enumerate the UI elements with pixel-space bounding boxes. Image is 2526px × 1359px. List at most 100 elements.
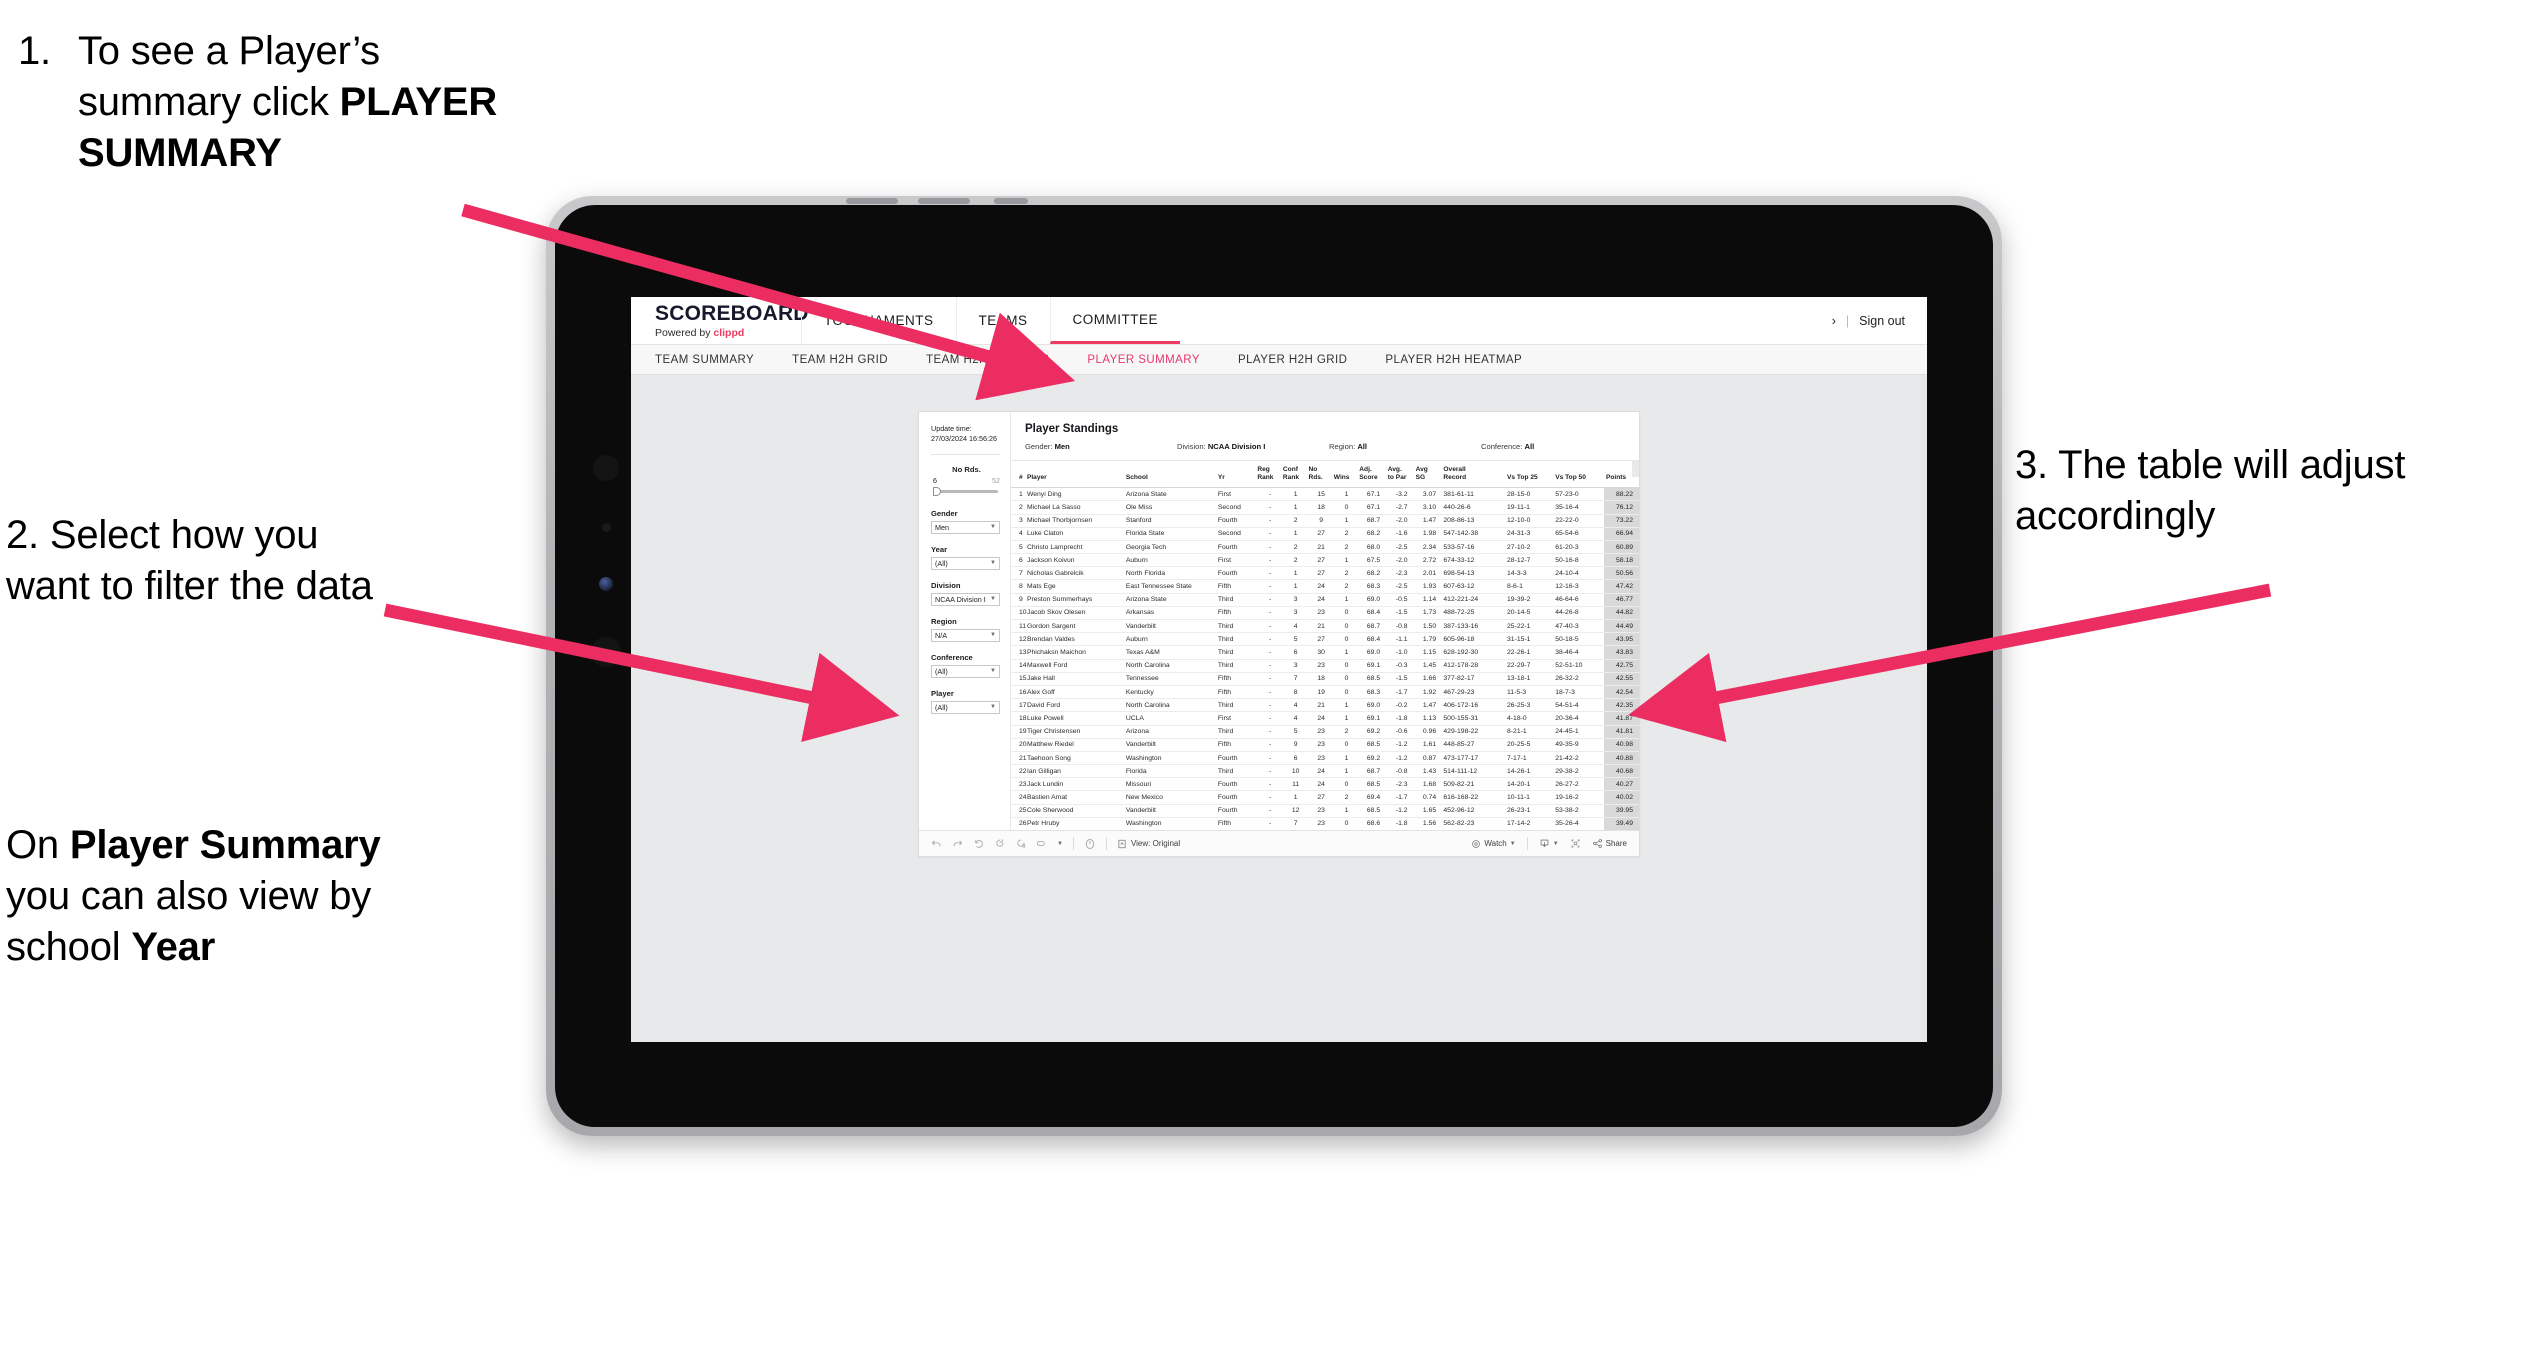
- cell-points: 76.12: [1603, 500, 1639, 515]
- table-row[interactable]: 1 Wenyi Ding Arizona State First -1 15 1 67.1 -3…: [1011, 487, 1639, 501]
- cell-yr: Fifth: [1217, 605, 1258, 620]
- sub-tab-player-h2h-heatmap[interactable]: PLAYER H2H HEATMAP: [1385, 354, 1544, 366]
- column-header-conf_rank[interactable]: Conf Rank: [1283, 461, 1309, 488]
- cell-conf_rank: 6: [1282, 645, 1309, 660]
- fullscreen-button[interactable]: [1570, 838, 1581, 849]
- sub-tab-team-h2h-grid[interactable]: TEAM H2H GRID: [792, 354, 910, 366]
- sub-tab-player-summary[interactable]: PLAYER SUMMARY: [1087, 354, 1222, 366]
- table-row[interactable]: 23 Jack Lundin Missouri Fourth -11 24 0 68.5 -2.…: [1011, 777, 1639, 791]
- table-row[interactable]: 13 Phichaksn Maichon Texas A&M Third -6 30 1 69…: [1011, 645, 1639, 660]
- cell-reg_rank: -: [1257, 671, 1283, 686]
- chevron-down-icon[interactable]: ▼: [1057, 841, 1063, 847]
- cell-wins: 1: [1333, 698, 1360, 712]
- filter-gender-select[interactable]: Men ▼: [931, 520, 1000, 534]
- table-row[interactable]: 21 Taehoon Song Washington Fourth -6 23 1 69.2-…: [1011, 750, 1639, 765]
- cell-reg_rank: -: [1257, 750, 1283, 765]
- cell-avg_sg: 0.96: [1415, 724, 1444, 739]
- slider-handle[interactable]: [933, 486, 941, 496]
- table-row[interactable]: 2 Michael La Sasso Ole Miss Second -1 18 0 67.1…: [1011, 500, 1639, 515]
- top-tab-tournaments[interactable]: TOURNAMENTS: [801, 297, 956, 344]
- cell-points: 43.95: [1603, 632, 1639, 646]
- table-row[interactable]: 25 Cole Sherwood Vanderbilt Fourth -12 23 1 68.…: [1011, 803, 1639, 818]
- table-row[interactable]: 6 Jackson Koivun Auburn First -2 27 1 67.5 -2.0 2…: [1011, 553, 1639, 567]
- view-original-button[interactable]: View: Original: [1117, 839, 1180, 849]
- sub-tab-team-h2h-heatmap[interactable]: TEAM H2H HEATMAP: [926, 354, 1071, 366]
- table-row[interactable]: 3 Michael Thorbjornsen Stanford Fourth -2 9 1 6…: [1011, 513, 1639, 528]
- table-row[interactable]: 24 Bastien Amat New Mexico Fourth -1 27 2 69.4-…: [1011, 790, 1639, 805]
- no-rounds-slider[interactable]: No Rds. 6 52: [933, 465, 1000, 496]
- column-header-wins[interactable]: Wins: [1334, 461, 1360, 488]
- table-row[interactable]: 14 Maxwell Ford North Carolina Third -3 23 0 69…: [1011, 658, 1639, 673]
- table-row[interactable]: 26 Petr Hruby Washington Fifth -7 23 0 68.6 -1.8…: [1011, 816, 1639, 831]
- cell-avg_sg: 1.47: [1415, 698, 1444, 712]
- share-button[interactable]: Share: [1592, 838, 1627, 849]
- table-row[interactable]: 9 Preston Summerhays Arizona State Third -3 2…: [1011, 592, 1639, 607]
- cell-no_rds: 21: [1308, 539, 1334, 554]
- scrollbar-thumb[interactable]: [1632, 461, 1639, 477]
- column-header-avg_par[interactable]: Avg. to Par: [1388, 461, 1416, 488]
- cell-no_rds: 18: [1308, 671, 1334, 686]
- column-header-avg_sg[interactable]: Avg SG: [1416, 461, 1444, 488]
- column-header-yr[interactable]: Yr: [1218, 461, 1257, 488]
- cell-t25: 27-10-2: [1507, 539, 1556, 554]
- cell-reg_rank: -: [1257, 645, 1283, 660]
- sign-out-link[interactable]: Sign out: [1859, 314, 1905, 328]
- top-tab-teams[interactable]: TEAMS: [955, 297, 1050, 344]
- view-original-label: View: Original: [1130, 839, 1181, 849]
- table-row[interactable]: 17 David Ford North Carolina Third -4 21 1 69.0…: [1011, 698, 1639, 712]
- sub-tab-player-h2h-grid[interactable]: PLAYER H2H GRID: [1238, 354, 1369, 366]
- sub-tab-team-summary[interactable]: TEAM SUMMARY: [655, 354, 776, 366]
- undo-icon[interactable]: [931, 838, 942, 849]
- table-row[interactable]: 19 Tiger Christensen Arizona Third -5 23 2 69.2…: [1011, 724, 1639, 739]
- app-logo[interactable]: SCOREBOARD Powered by clippd: [631, 297, 808, 344]
- table-row[interactable]: 5 Christo Lamprecht Georgia Tech Fourth -2 21…: [1011, 539, 1639, 554]
- cell-conf_rank: 10: [1282, 764, 1309, 778]
- table-row[interactable]: 11 Gordon Sargent Vanderbilt Third -4 21 0 68.7…: [1011, 619, 1639, 633]
- filter-year: Year (All) ▼: [931, 545, 1000, 570]
- column-header-player[interactable]: Player: [1027, 461, 1126, 488]
- filter-region-select[interactable]: N/A ▼: [931, 628, 1000, 642]
- pause-refresh-icon[interactable]: [1015, 838, 1026, 849]
- column-header-school[interactable]: School: [1126, 461, 1218, 488]
- cell-player: Jacob Skov Olesen: [1026, 605, 1126, 620]
- chevron-right-icon[interactable]: ›: [1832, 314, 1836, 328]
- table-row[interactable]: 18 Luke Powell UCLA First -4 24 1 69.1 -1.8 1.13 5…: [1011, 711, 1639, 726]
- revert-icon[interactable]: [973, 838, 984, 849]
- pause-updates-icon[interactable]: [1084, 838, 1096, 850]
- table-row[interactable]: 8 Mats Ege East Tennessee State Fifth -1 24 2 6…: [1011, 579, 1639, 594]
- column-header-num[interactable]: #: [1011, 461, 1027, 488]
- column-header-overall[interactable]: Overall Record: [1443, 461, 1507, 488]
- column-header-reg_rank[interactable]: Reg Rank: [1257, 461, 1283, 488]
- filter-year-select[interactable]: (All) ▼: [931, 556, 1000, 570]
- filter-conference-select[interactable]: (All) ▼: [931, 664, 1000, 678]
- table-row[interactable]: 7 Nicholas Gabrelcik North Florida Fourth -1…: [1011, 566, 1639, 580]
- filter-division-select[interactable]: NCAA Division I ▼: [931, 592, 1000, 606]
- filter-player-select[interactable]: (All) ▼: [931, 700, 1000, 714]
- table-row[interactable]: 10 Jacob Skov Olesen Arkansas Fifth -3 23 0 68.…: [1011, 605, 1639, 620]
- logo-brand-name: clippd: [713, 327, 745, 339]
- table-row[interactable]: 15 Jake Hall Tennessee Fifth -7 18 0 68.5 -1.5 1.…: [1011, 671, 1639, 686]
- table-row[interactable]: 20 Matthew Riedel Vanderbilt Fifth -9 23 0 68.5…: [1011, 737, 1639, 752]
- slider-track[interactable]: [933, 486, 1000, 496]
- cell-overall: 488-72-25: [1443, 605, 1508, 620]
- custom-view-icon[interactable]: [1036, 838, 1047, 849]
- cell-school: Arizona State: [1125, 592, 1218, 607]
- table-row[interactable]: 22 Ian Gilligan Florida Third -10 24 1 68.7 -0.8…: [1011, 764, 1639, 778]
- column-header-adj_score[interactable]: Adj. Score: [1359, 461, 1387, 488]
- column-header-t50[interactable]: Vs Top 50: [1555, 461, 1604, 488]
- cell-wins: 0: [1333, 777, 1360, 791]
- no-rounds-slider-label: No Rds.: [952, 464, 981, 474]
- cell-t25: 13-18-1: [1507, 671, 1556, 686]
- toolbar-divider: [1526, 837, 1528, 851]
- cell-avg_sg: 2.34: [1415, 539, 1444, 554]
- refresh-icon[interactable]: [994, 838, 1005, 849]
- table-row[interactable]: 12 Brendan Valdes Auburn Third -5 27 0 68.4 -1.1…: [1011, 632, 1639, 646]
- redo-icon[interactable]: [952, 838, 963, 849]
- watch-button[interactable]: Watch ▼: [1471, 839, 1516, 849]
- column-header-t25[interactable]: Vs Top 25: [1507, 461, 1555, 488]
- column-header-no_rds[interactable]: No Rds.: [1308, 461, 1333, 488]
- table-row[interactable]: 4 Luke Claton Florida State Second -1 27 2 68.2…: [1011, 526, 1639, 541]
- table-row[interactable]: 16 Alex Goff Kentucky Fifth -8 19 0 68.3 -1.7 1.9…: [1011, 684, 1639, 699]
- top-tab-committee[interactable]: COMMITTEE: [1049, 297, 1181, 344]
- download-button[interactable]: ▼: [1539, 838, 1559, 849]
